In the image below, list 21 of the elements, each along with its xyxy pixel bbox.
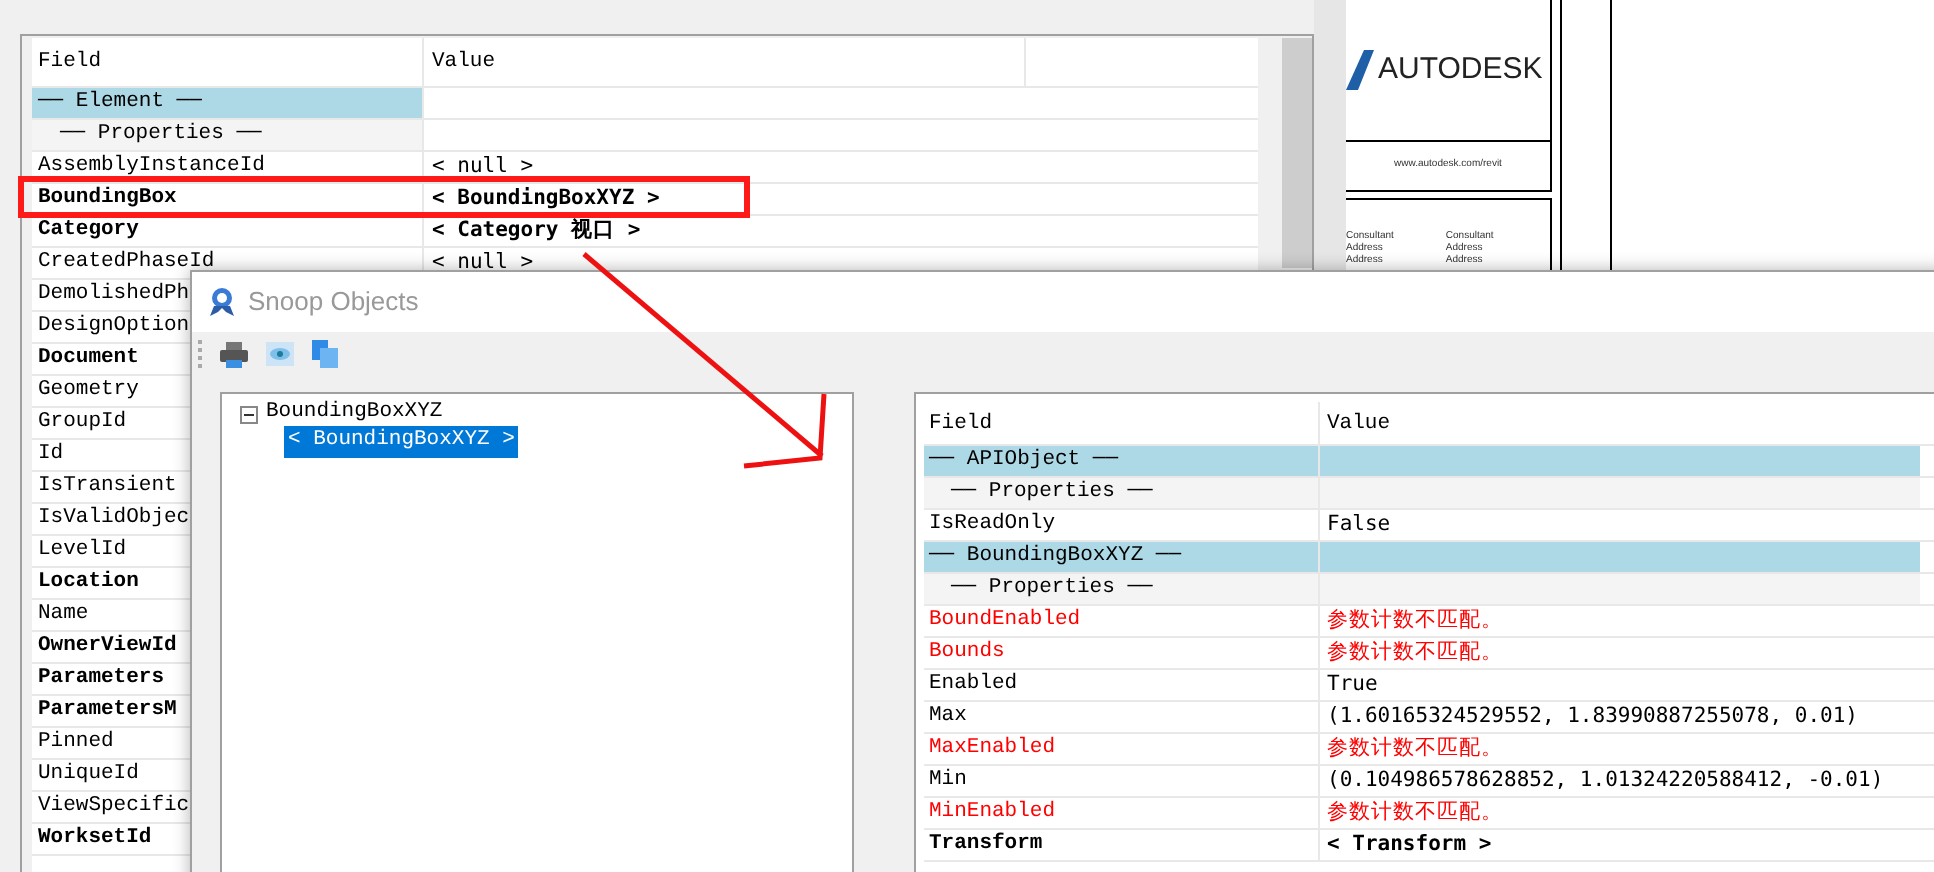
table-cell: ── BoundingBoxXYZ ── bbox=[923, 542, 1319, 572]
collapse-toggle[interactable] bbox=[240, 405, 258, 423]
eye-icon[interactable] bbox=[266, 342, 294, 366]
table-cell: ── Properties ── bbox=[32, 120, 424, 150]
printer-icon[interactable] bbox=[220, 341, 248, 367]
table-cell: ── APIObject ── bbox=[923, 446, 1319, 476]
copy-icon[interactable] bbox=[312, 340, 338, 368]
column-header[interactable]: Field bbox=[32, 38, 424, 86]
award-icon bbox=[208, 286, 236, 318]
table-cell: ── Element ── bbox=[32, 88, 424, 118]
column-header[interactable]: Value bbox=[1319, 402, 1919, 444]
tree-item[interactable]: < BoundingBoxXYZ > bbox=[284, 426, 519, 458]
table-cell: ── Properties ── bbox=[923, 574, 1319, 604]
table-cell: Transform bbox=[923, 830, 1319, 860]
table-cell: Category bbox=[32, 216, 424, 246]
column-header[interactable]: Value bbox=[424, 38, 1026, 86]
logo-icon bbox=[1346, 50, 1374, 90]
table-cell: ── Properties ── bbox=[923, 478, 1319, 508]
scrollbar[interactable] bbox=[1282, 38, 1312, 268]
column-header[interactable]: Field bbox=[923, 402, 1319, 444]
logo-text: AUTODESK bbox=[1378, 49, 1543, 90]
